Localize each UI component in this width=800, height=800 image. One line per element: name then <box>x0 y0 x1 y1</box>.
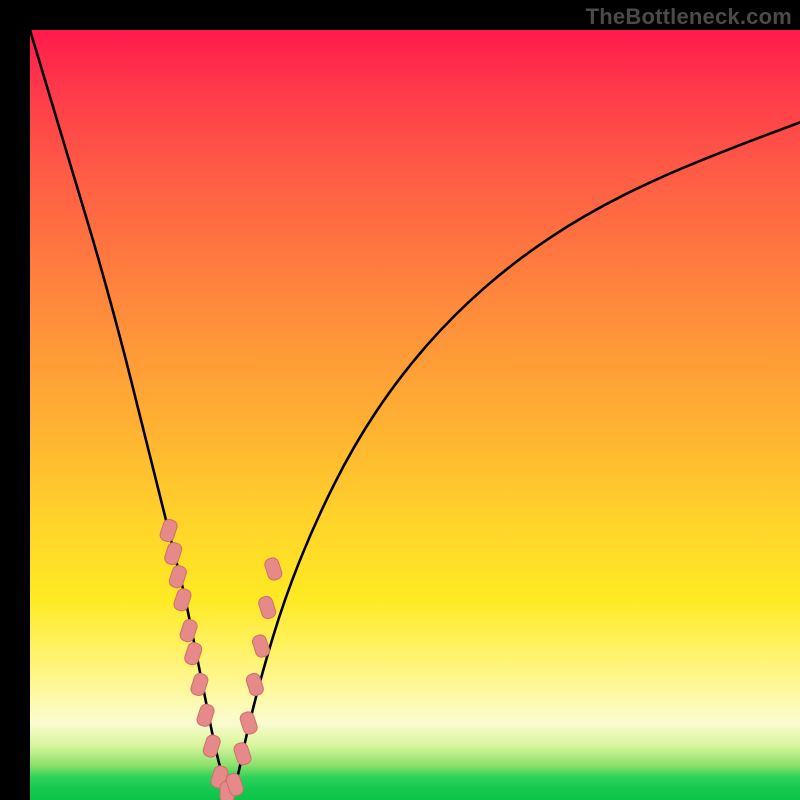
curve-marker <box>196 703 216 728</box>
curve-marker <box>163 541 183 566</box>
curve-marker <box>202 733 222 758</box>
curve-marker <box>239 710 259 735</box>
curve-marker <box>179 618 199 643</box>
curve-layer <box>30 30 800 794</box>
curve-marker <box>232 741 252 766</box>
bottleneck-curve <box>30 30 800 794</box>
curve-marker <box>251 633 271 658</box>
curve-marker <box>257 595 277 620</box>
plot-area <box>30 30 800 800</box>
curve-marker <box>172 587 192 612</box>
chart-frame: TheBottleneck.com <box>0 0 800 800</box>
chart-svg <box>30 30 800 800</box>
curve-marker <box>189 672 209 697</box>
curve-marker <box>159 518 179 543</box>
curve-marker <box>183 641 203 666</box>
watermark-text: TheBottleneck.com <box>586 4 792 30</box>
curve-marker <box>263 556 283 581</box>
marker-layer <box>159 518 284 800</box>
curve-marker <box>168 564 188 589</box>
